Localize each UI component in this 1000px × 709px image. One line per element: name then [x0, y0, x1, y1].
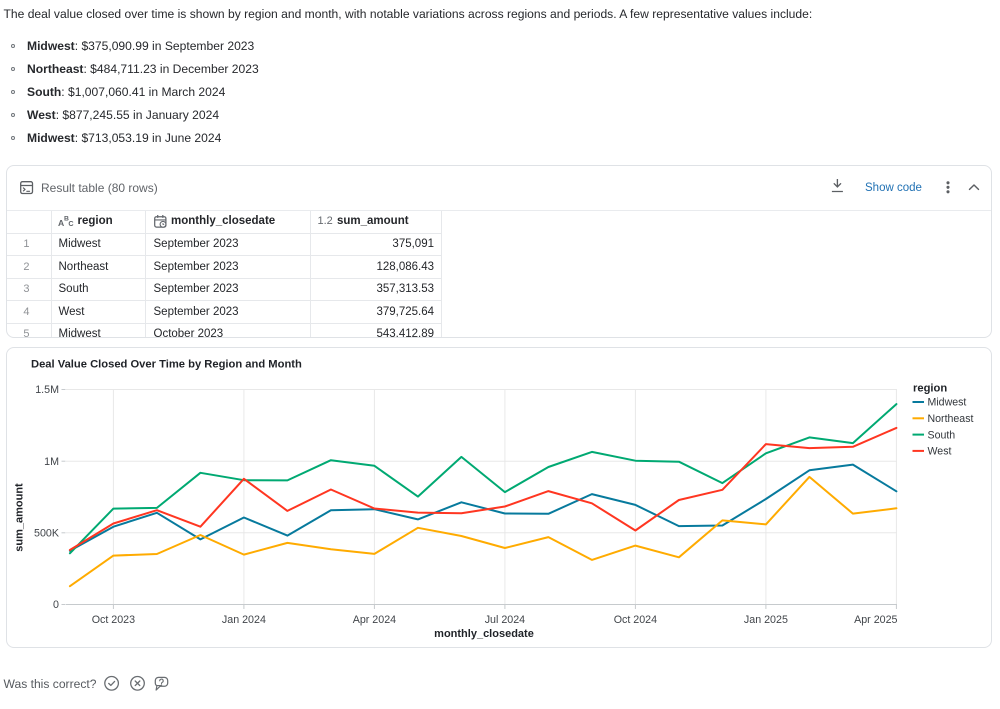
- svg-text:0: 0: [53, 599, 59, 611]
- svg-text:Jan 2024: Jan 2024: [222, 614, 266, 626]
- svg-text:Oct 2024: Oct 2024: [614, 614, 657, 626]
- svg-text:Apr 2024: Apr 2024: [353, 614, 396, 626]
- svg-text:Northeast: Northeast: [928, 413, 974, 425]
- svg-text:1M: 1M: [44, 455, 59, 467]
- svg-text:Oct 2023: Oct 2023: [92, 614, 135, 626]
- svg-text:region: region: [913, 382, 947, 394]
- svg-text:South: South: [928, 429, 956, 441]
- svg-text:Midwest: Midwest: [928, 396, 967, 408]
- svg-text:C: C: [68, 219, 73, 228]
- svg-text:monthly_closedate: monthly_closedate: [434, 628, 534, 640]
- svg-text:West: West: [928, 445, 952, 457]
- svg-text:Jan 2025: Jan 2025: [744, 614, 788, 626]
- svg-text:Deal Value Closed Over Time by: Deal Value Closed Over Time by Region an…: [31, 358, 302, 370]
- svg-text:500K: 500K: [34, 527, 60, 539]
- svg-text:1.5M: 1.5M: [35, 384, 59, 396]
- svg-text:Apr 2025: Apr 2025: [854, 614, 897, 626]
- svg-text:sum_amount: sum_amount: [14, 482, 26, 551]
- svg-text:Jul 2024: Jul 2024: [485, 614, 525, 626]
